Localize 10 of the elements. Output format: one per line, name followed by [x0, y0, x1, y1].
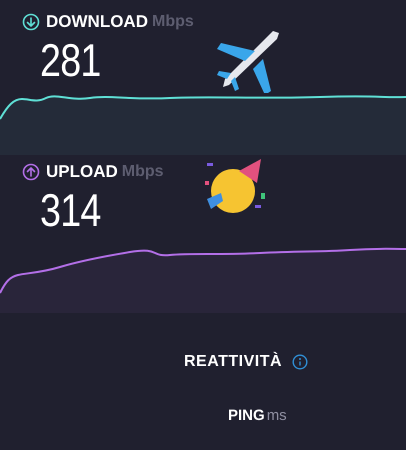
section-title: REATTIVITÀ [184, 353, 282, 371]
unit-label: Mbps [122, 163, 164, 181]
unit-label: ms [266, 407, 287, 424]
test-label: UPLOAD [46, 162, 118, 182]
test-label: DOWNLOAD [46, 12, 148, 32]
speed-value: 314 [39, 183, 101, 237]
info-icon[interactable] [292, 354, 308, 370]
ping-label: PING [228, 407, 265, 424]
speed-value: 281 [39, 33, 101, 87]
unit-label: Mbps [152, 13, 194, 31]
